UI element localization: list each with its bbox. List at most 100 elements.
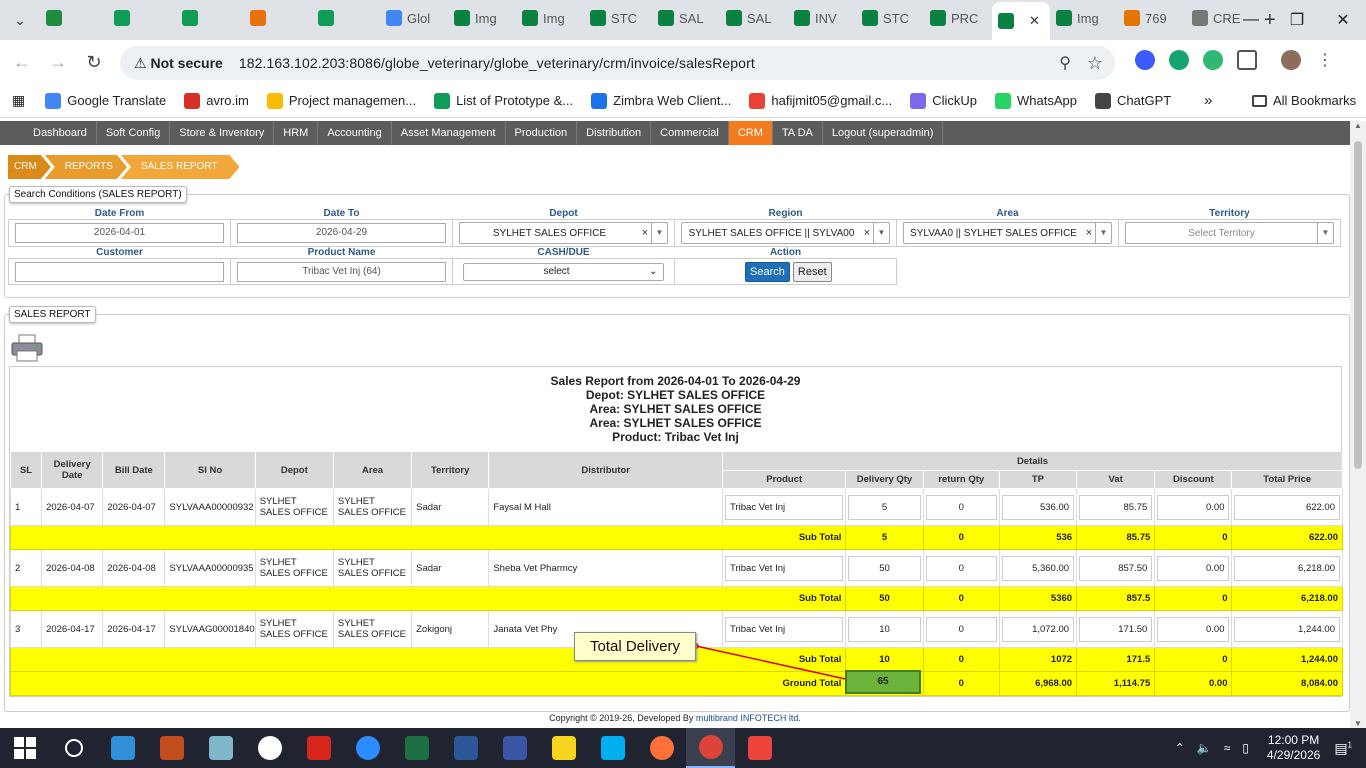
breadcrumb-item[interactable]: CRM — [8, 155, 51, 179]
nav-asset-management[interactable]: Asset Management — [392, 121, 506, 145]
browser-tab[interactable]: INV — [788, 2, 856, 34]
bookmark-item[interactable]: ClickUp — [910, 92, 977, 109]
bookmark-item[interactable]: List of Prototype &... — [434, 92, 573, 109]
search-icon[interactable] — [49, 728, 98, 768]
browser-tab[interactable]: STC — [584, 2, 652, 34]
bookmark-item[interactable]: avro.im — [184, 92, 249, 109]
clear-icon[interactable]: × — [1083, 227, 1095, 239]
territory-select[interactable]: Select Territory ▼ — [1125, 222, 1334, 244]
bookmark-item[interactable]: WhatsApp — [995, 92, 1077, 109]
printer-icon[interactable] — [10, 334, 44, 362]
scroll-thumb[interactable] — [1354, 141, 1362, 469]
nav-logout-superadmin[interactable]: Logout (superadmin) — [823, 121, 944, 145]
omnibox[interactable]: ⚠ Not secure 182.163.102.203:8086/globe_… — [120, 46, 1115, 80]
breadcrumb-item[interactable]: REPORTS — [45, 155, 127, 179]
nav-soft-config[interactable]: Soft Config — [97, 121, 171, 145]
cash-due-select[interactable]: select ⌄ — [463, 262, 664, 281]
bookmark-item[interactable]: Project managemen... — [266, 92, 416, 109]
skype-icon[interactable] — [588, 728, 637, 768]
firefox-icon[interactable] — [637, 728, 686, 768]
browser-tab[interactable]: Img — [448, 2, 516, 34]
chevron-up-icon[interactable]: ⌃ — [1175, 741, 1185, 755]
date-from-input[interactable]: 2026-04-01 — [15, 223, 224, 243]
extension-icon[interactable] — [1135, 50, 1155, 70]
date-to-input[interactable]: 2026-04-29 — [237, 223, 446, 243]
clear-icon[interactable]: × — [639, 227, 651, 239]
browser-tab[interactable] — [40, 2, 108, 34]
all-bookmarks[interactable]: All Bookmarks — [1252, 93, 1356, 108]
battery-icon[interactable]: ▯ — [1242, 741, 1249, 755]
close-window-icon[interactable]: ✕ — [1320, 0, 1366, 40]
reset-button[interactable]: Reset — [792, 262, 832, 282]
chevron-down-icon[interactable]: ▼ — [651, 223, 667, 243]
app-icon[interactable] — [294, 728, 343, 768]
scroll-up-icon[interactable]: ▲ — [1350, 121, 1366, 130]
browser-tab[interactable] — [108, 2, 176, 34]
product-name-input[interactable]: Tribac Vet Inj (64) — [237, 261, 446, 282]
copilot-icon[interactable] — [98, 728, 147, 768]
scroll-down-icon[interactable]: ▼ — [1350, 719, 1366, 728]
nav-accounting[interactable]: Accounting — [318, 121, 392, 145]
forward-icon[interactable]: → — [40, 52, 76, 73]
profile-avatar[interactable] — [1281, 50, 1301, 70]
browser-tab[interactable]: Img — [516, 2, 584, 34]
search-button[interactable]: Search — [745, 262, 790, 282]
chevron-down-icon[interactable]: ▼ — [1095, 223, 1111, 243]
nav-production[interactable]: Production — [506, 121, 578, 145]
browser-tab[interactable] — [244, 2, 312, 34]
browser-tab[interactable]: PRC — [924, 2, 992, 34]
bookmark-item[interactable]: ChatGPT — [1095, 92, 1171, 109]
browser-tab[interactable]: SAL — [652, 2, 720, 34]
developer-link[interactable]: multibrand INFOTECH ltd. — [696, 713, 801, 723]
restore-icon[interactable]: ❐ — [1274, 0, 1320, 40]
customer-input[interactable] — [15, 261, 224, 282]
nav-commercial[interactable]: Commercial — [651, 121, 729, 145]
browser-tab[interactable]: Glol — [380, 2, 448, 34]
visio-icon[interactable] — [490, 728, 539, 768]
anydesk-icon[interactable] — [735, 728, 784, 768]
nav-dashboard[interactable]: Dashboard — [24, 121, 97, 145]
bookmark-item[interactable]: Google Translate — [45, 92, 166, 109]
browser-tab[interactable]: SAL — [720, 2, 788, 34]
region-select[interactable]: SYLHET SALES OFFICE || SYLVA00 × ▼ — [681, 222, 890, 244]
grammarly-icon[interactable] — [1169, 50, 1189, 70]
browser-tab[interactable]: 769 — [1118, 2, 1186, 34]
depot-select[interactable]: SYLHET SALES OFFICE × ▼ — [459, 222, 668, 244]
zoom-icon[interactable]: ⚲ — [1059, 53, 1071, 73]
bookmark-item[interactable]: Zimbra Web Client... — [591, 92, 731, 109]
more-bookmarks-icon[interactable]: » — [1204, 92, 1212, 109]
not-secure-indicator[interactable]: ⚠ Not secure — [134, 55, 223, 72]
sticky-notes-icon[interactable] — [539, 728, 588, 768]
back-icon[interactable]: ← — [4, 52, 40, 73]
vertical-scrollbar[interactable]: ▲ ▼ — [1350, 121, 1366, 728]
menu-kebab-icon[interactable]: ⋮ — [1315, 50, 1335, 70]
nav-distribution[interactable]: Distribution — [577, 121, 652, 145]
notification-icon[interactable]: ▤1 — [1334, 740, 1352, 757]
browser-tab[interactable]: Img — [1050, 2, 1118, 34]
reload-icon[interactable]: ↻ — [76, 52, 112, 73]
close-tab-icon[interactable]: ✕ — [1029, 13, 1040, 29]
url-text[interactable]: 182.163.102.203:8086/globe_veterinary/gl… — [239, 55, 755, 71]
word-icon[interactable] — [441, 728, 490, 768]
browser-tab[interactable] — [312, 2, 380, 34]
wifi-icon[interactable]: ≈ — [1224, 741, 1231, 755]
zoom-app-icon[interactable] — [343, 728, 392, 768]
browser-tab[interactable]: ✕ — [992, 2, 1050, 40]
nav-hrm[interactable]: HRM — [274, 121, 319, 145]
clock[interactable]: 12:00 PM 4/29/2026 — [1267, 733, 1320, 763]
nav-store-inventory[interactable]: Store & Inventory — [170, 121, 275, 145]
minimize-icon[interactable]: — — [1228, 0, 1274, 40]
browser-tab[interactable]: STC — [856, 2, 924, 34]
bookmark-item[interactable]: hafijmit05@gmail.c... — [749, 92, 892, 109]
apps-grid-icon[interactable]: ▦ — [12, 92, 25, 109]
bookmark-star-icon[interactable]: ☆ — [1087, 53, 1103, 74]
tab-search-icon[interactable]: ⌄ — [0, 12, 40, 29]
volume-icon[interactable]: 🔈 — [1197, 741, 1212, 755]
chrome-icon[interactable] — [686, 728, 735, 768]
app-icon[interactable] — [147, 728, 196, 768]
breadcrumb-item[interactable]: SALES REPORT — [121, 155, 240, 179]
clear-icon[interactable]: × — [861, 227, 873, 239]
puzzle-icon[interactable] — [1237, 50, 1257, 70]
nav-ta-da[interactable]: TA DA — [773, 121, 823, 145]
notes-icon[interactable] — [196, 728, 245, 768]
